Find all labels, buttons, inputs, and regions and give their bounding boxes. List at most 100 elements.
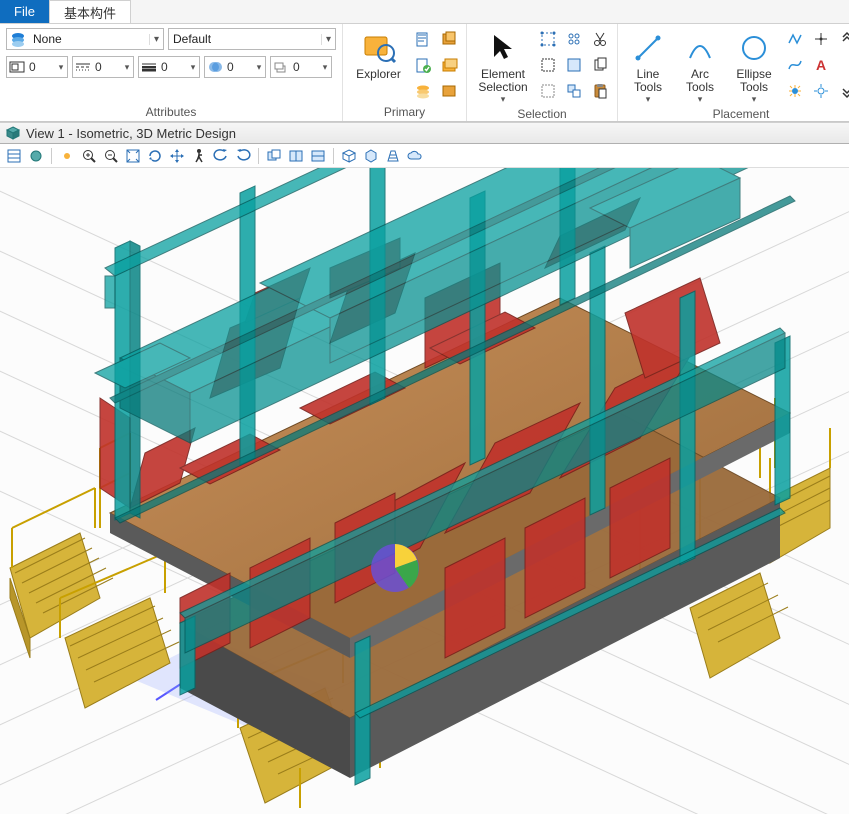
line-tools-button[interactable]: Line Tools▾	[624, 28, 672, 105]
separator	[258, 148, 259, 164]
fit-view-button[interactable]	[123, 146, 143, 166]
spline-button[interactable]	[784, 54, 806, 76]
primary-smallgrid	[412, 28, 460, 102]
select-all-button[interactable]	[563, 54, 585, 76]
view-perspective-button[interactable]	[383, 146, 403, 166]
element-selection-button[interactable]: Element Selection ▾	[473, 28, 533, 105]
transparency-combo[interactable]: 0 ▾	[204, 56, 266, 78]
separator	[51, 148, 52, 164]
line-icon	[630, 30, 666, 66]
element-selection-label: Element Selection	[478, 68, 527, 94]
group-label-selection: Selection	[473, 105, 611, 123]
walk-button[interactable]	[189, 146, 209, 166]
more-button[interactable]	[438, 80, 460, 102]
linestyle-icon	[73, 58, 93, 76]
priority-combo[interactable]: 0 ▾	[270, 56, 332, 78]
color-value: 0	[27, 60, 55, 74]
view-clip-button[interactable]	[286, 146, 306, 166]
chevron-down-icon: ▾	[121, 62, 133, 73]
viewport-3d[interactable]	[0, 168, 849, 814]
view-clouds-button[interactable]	[405, 146, 425, 166]
display-style-button[interactable]	[26, 146, 46, 166]
ribbon: None ▾ Default ▾ 0 ▾	[0, 24, 849, 122]
cells-button[interactable]	[438, 54, 460, 76]
group-attributes: None ▾ Default ▾ 0 ▾	[0, 24, 343, 121]
chevron-down-icon: ▾	[149, 34, 163, 45]
view-clip2-button[interactable]	[308, 146, 328, 166]
hatch-button[interactable]	[784, 80, 806, 102]
transparency-value: 0	[225, 60, 253, 74]
polyline-button[interactable]	[784, 28, 806, 50]
level-combo[interactable]: None ▾	[6, 28, 164, 50]
chevron-down-icon: ▾	[752, 94, 757, 105]
explorer-label: Explorer	[356, 68, 401, 81]
group-primary: Explorer Primary	[343, 24, 467, 121]
attach-tool-button[interactable]	[412, 28, 434, 50]
selection-smallgrid	[537, 28, 611, 102]
sun-button[interactable]	[810, 80, 832, 102]
arc-icon	[682, 30, 718, 66]
arc-tools-label: Arc Tools	[686, 68, 714, 94]
pan-view-button[interactable]	[167, 146, 187, 166]
level-icon	[9, 30, 27, 48]
select-none-button[interactable]	[537, 80, 559, 102]
clip-mask-button[interactable]	[361, 146, 381, 166]
ellipse-icon	[736, 30, 772, 66]
priority-value: 0	[291, 60, 319, 74]
chevron-down-icon: ▾	[321, 34, 335, 45]
rotate-view-button[interactable]	[145, 146, 165, 166]
file-tab-label: File	[14, 4, 35, 19]
chevron-down-icon: ▾	[319, 62, 331, 73]
explorer-icon	[361, 30, 397, 66]
transparency-icon	[205, 58, 225, 76]
tabstrip: File 基本构件	[0, 0, 849, 24]
group-label-primary: Primary	[349, 103, 460, 121]
chevron-down-icon: ▾	[646, 94, 651, 105]
active-tab-label: 基本构件	[64, 3, 116, 22]
lineweight-combo[interactable]: 0 ▾	[138, 56, 200, 78]
linestyle-combo[interactable]: 0 ▾	[72, 56, 134, 78]
models-button[interactable]	[438, 28, 460, 50]
color-combo[interactable]: 0 ▾	[6, 56, 68, 78]
expand-down-button[interactable]	[836, 80, 849, 102]
active-tab[interactable]: 基本构件	[50, 0, 131, 23]
color-field-icon	[7, 58, 27, 76]
levels-button[interactable]	[412, 80, 434, 102]
view-toolbar	[0, 144, 849, 168]
linestyle-value: 0	[93, 60, 121, 74]
point-button[interactable]	[810, 28, 832, 50]
arc-tools-button[interactable]: Arc Tools▾	[676, 28, 724, 105]
select-by-button[interactable]	[563, 80, 585, 102]
file-tab[interactable]: File	[0, 0, 50, 23]
group-label-attributes: Attributes	[6, 103, 336, 121]
view-prev-button[interactable]	[211, 146, 231, 166]
text-button[interactable]: A	[810, 54, 832, 76]
copy-view-button[interactable]	[264, 146, 284, 166]
paste-button[interactable]	[589, 80, 611, 102]
adjust-brightness-button[interactable]	[57, 146, 77, 166]
ellipse-tools-button[interactable]: Ellipse Tools▾	[728, 28, 780, 105]
select-marquee-button[interactable]	[537, 54, 559, 76]
chevron-down-icon: ▾	[55, 62, 67, 73]
explorer-button[interactable]: Explorer	[349, 28, 408, 81]
fence-button[interactable]	[537, 28, 559, 50]
collapse-up-button[interactable]	[836, 28, 849, 50]
nav-orb	[371, 544, 419, 592]
refs-button[interactable]	[412, 54, 434, 76]
lineweight-value: 0	[159, 60, 187, 74]
view-attrs-button[interactable]	[4, 146, 24, 166]
chevron-down-icon: ▾	[253, 62, 265, 73]
group-placement: Line Tools▾ Arc Tools▾ Ellipse Tools▾ A	[618, 24, 849, 121]
chevron-down-icon: ▾	[698, 94, 703, 105]
template-combo[interactable]: Default ▾	[168, 28, 336, 50]
select-similar-button[interactable]	[563, 28, 585, 50]
group-label-placement: Placement	[624, 105, 849, 123]
line-tools-label: Line Tools	[634, 68, 662, 94]
clip-volume-button[interactable]	[339, 146, 359, 166]
zoom-out-button[interactable]	[101, 146, 121, 166]
cut-button[interactable]	[589, 28, 611, 50]
view-next-button[interactable]	[233, 146, 253, 166]
priority-icon	[271, 58, 291, 76]
copy-button[interactable]	[589, 54, 611, 76]
zoom-in-button[interactable]	[79, 146, 99, 166]
